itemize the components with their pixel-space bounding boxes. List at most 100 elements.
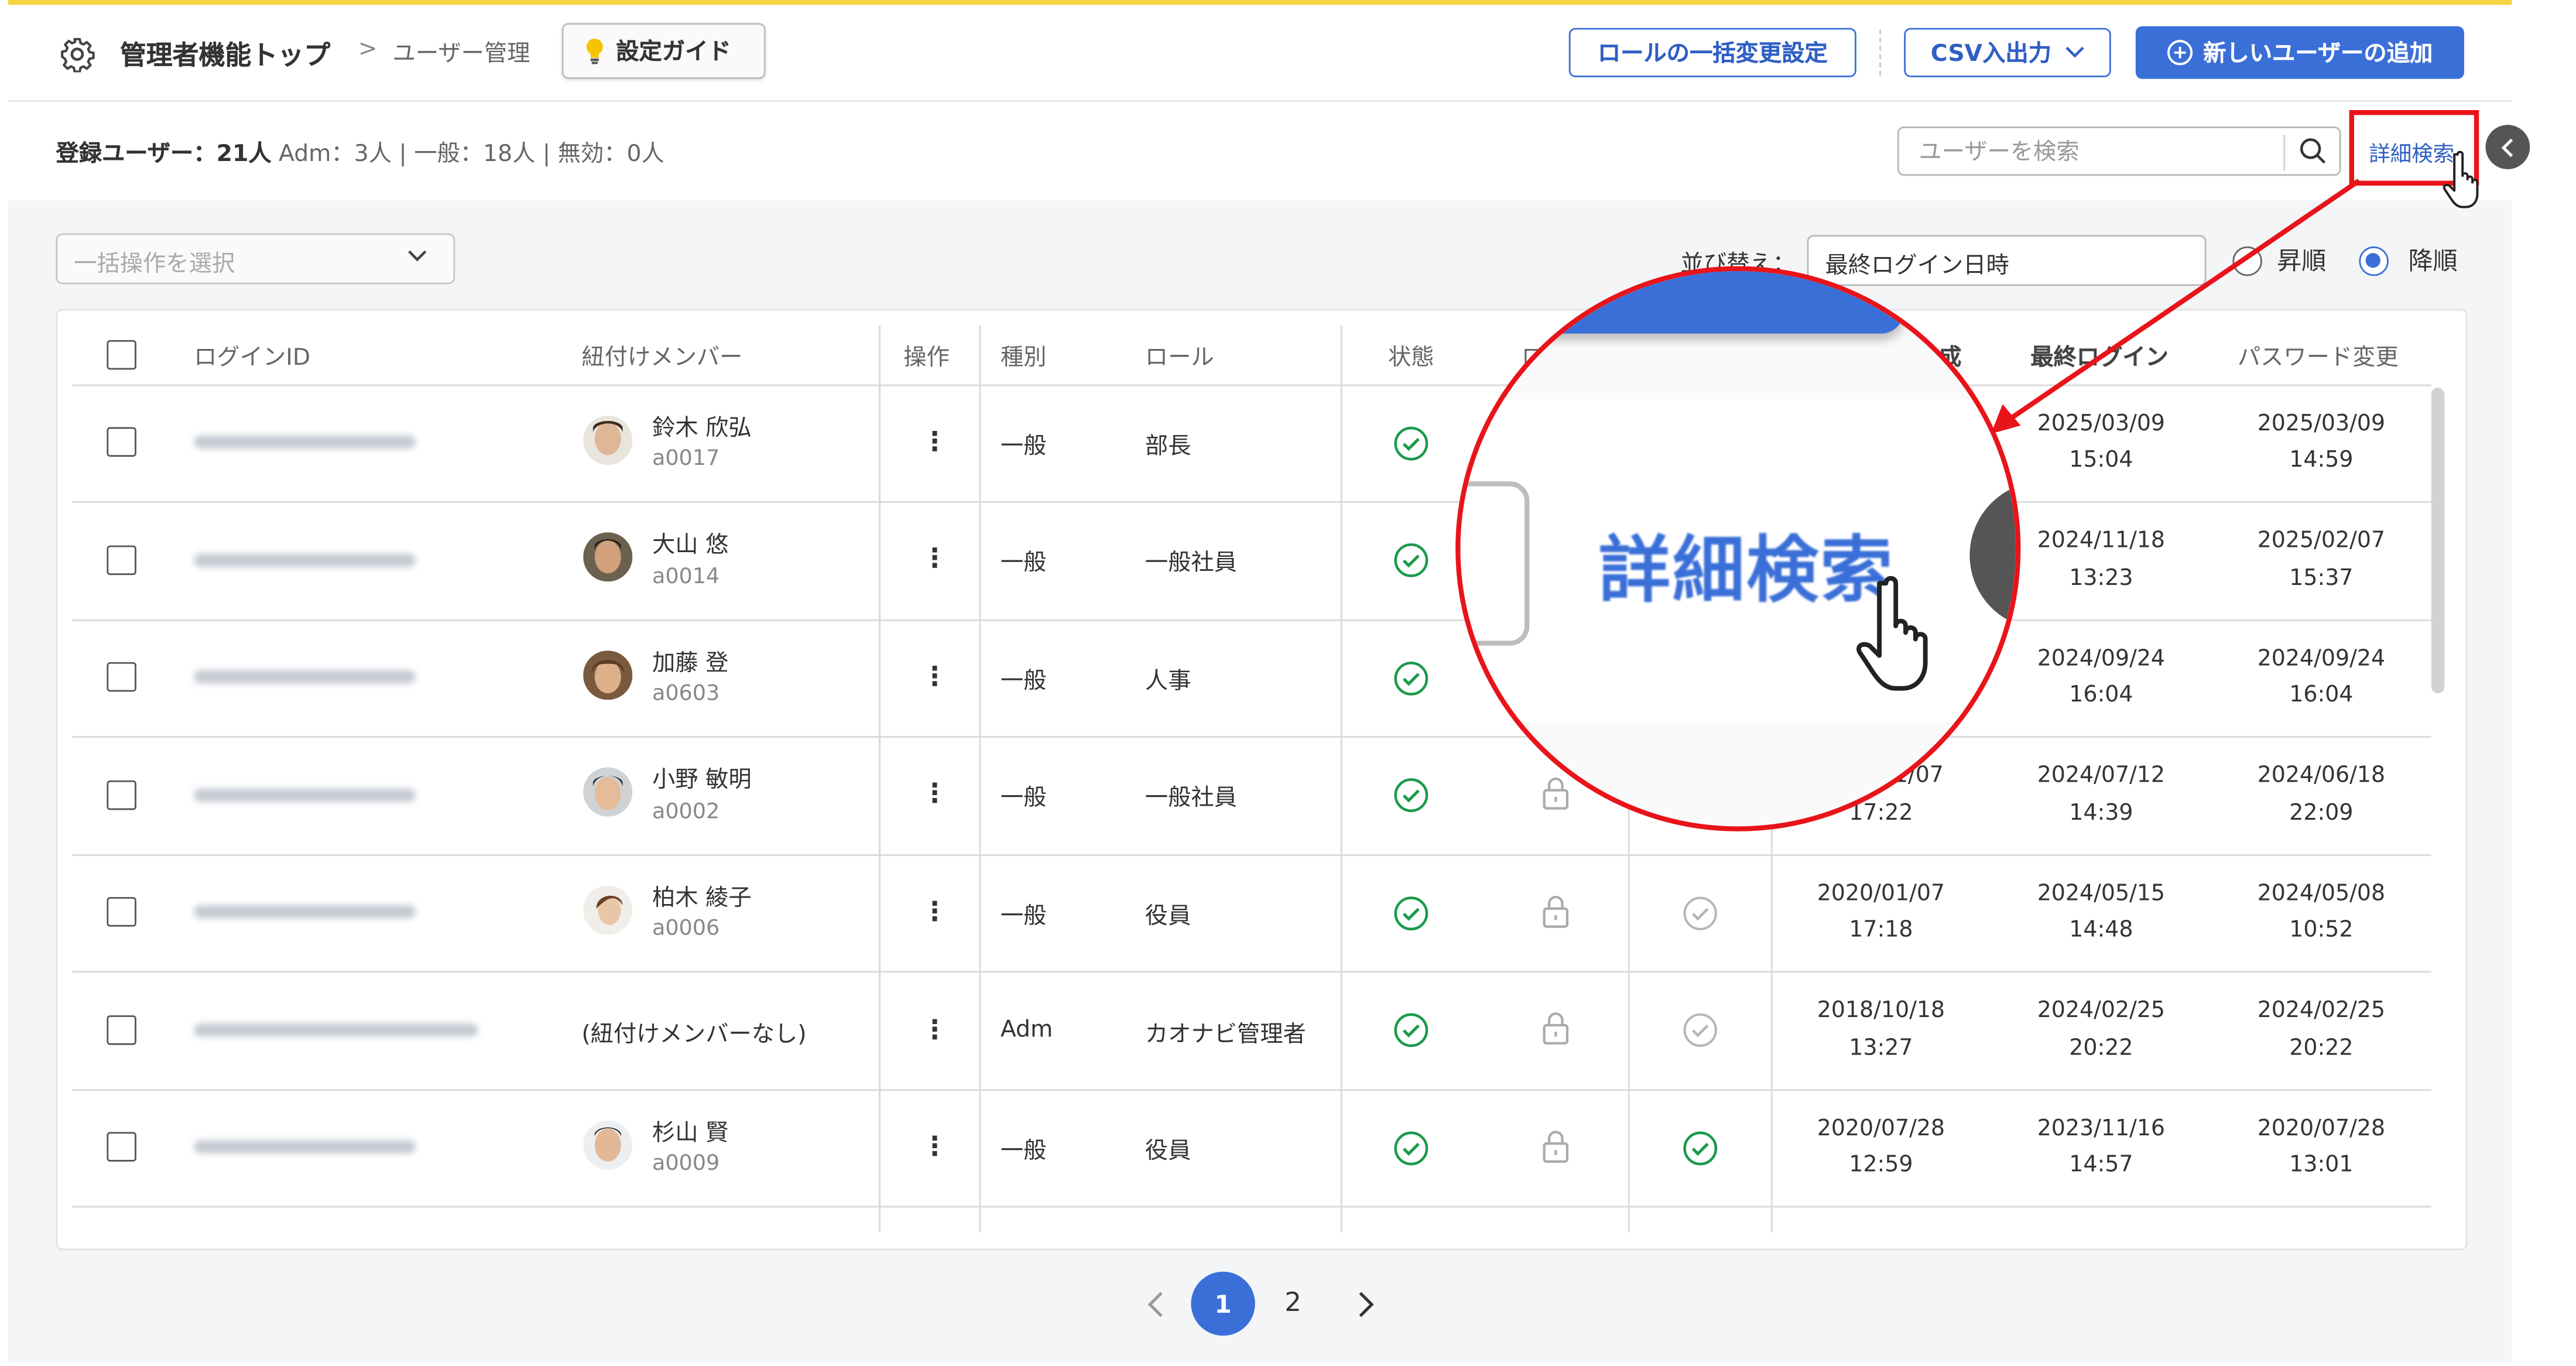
zoom-search-fragment xyxy=(1460,481,1530,646)
col-login-id[interactable]: ログインID xyxy=(194,340,310,373)
registered-users-count: 登録ユーザー：21人 xyxy=(56,141,272,168)
row-menu-icon[interactable]: ⋮ xyxy=(922,895,948,926)
chevron-down-icon xyxy=(2065,46,2084,58)
row-menu-icon[interactable]: ⋮ xyxy=(922,777,948,808)
role-bulk-change-button[interactable]: ロールの一括変更設定 xyxy=(1568,28,1856,77)
prev-page-icon[interactable] xyxy=(1143,1288,1170,1321)
col-divider xyxy=(879,325,881,1233)
row-checkbox[interactable] xyxy=(107,1132,136,1162)
password-change-time: 20:22 xyxy=(2289,1035,2354,1062)
last-login-time: 13:23 xyxy=(2069,565,2133,592)
col-last-login[interactable]: 最終ログイン xyxy=(2030,340,2169,373)
last-login-date: 2024/02/25 xyxy=(2037,997,2166,1024)
setup-guide-button[interactable]: 設定ガイド xyxy=(561,23,766,79)
col-divider xyxy=(1340,325,1342,1233)
next-page-icon[interactable] xyxy=(1352,1288,1378,1321)
user-type: 一般 xyxy=(1000,433,1047,460)
last-login-time: 16:04 xyxy=(2069,682,2133,708)
row-menu-icon[interactable]: ⋮ xyxy=(922,660,948,691)
member-name[interactable]: 加藤 登 xyxy=(652,646,728,679)
row-checkbox[interactable] xyxy=(107,545,136,576)
lock-icon[interactable] xyxy=(1539,893,1572,930)
right-margin xyxy=(2512,0,2576,1365)
user-search-input[interactable] xyxy=(1915,136,2284,170)
row-menu-icon[interactable]: ⋮ xyxy=(922,426,948,457)
member-name[interactable]: 大山 悠 xyxy=(652,528,728,560)
sort-asc-label[interactable]: 昇順 xyxy=(2277,243,2326,278)
user-type: 一般 xyxy=(1000,785,1047,812)
pointer-hand-icon xyxy=(2443,150,2479,208)
row-checkbox[interactable] xyxy=(107,897,136,927)
user-role: 一般社員 xyxy=(1145,550,1237,577)
created-date: 2018/10/18 xyxy=(1817,997,1945,1024)
login-id-redacted xyxy=(194,1140,416,1153)
user-type: 一般 xyxy=(1000,669,1047,695)
last-login-date: 2023/11/16 xyxy=(2037,1115,2166,1142)
collapse-panel-button[interactable] xyxy=(2485,125,2530,170)
row-menu-icon[interactable]: ⋮ xyxy=(922,1131,948,1162)
row-divider xyxy=(72,619,2431,621)
chevron-down-icon xyxy=(408,250,427,262)
row-divider xyxy=(72,971,2431,973)
user-role: 人事 xyxy=(1145,669,1191,695)
user-type: 一般 xyxy=(1000,550,1047,577)
member-code: a0009 xyxy=(652,1152,720,1177)
page-2[interactable]: 2 xyxy=(1284,1286,1301,1317)
row-checkbox[interactable] xyxy=(107,662,136,692)
header-divider xyxy=(1879,29,1881,76)
select-all-checkbox[interactable] xyxy=(107,340,136,370)
sort-desc-radio[interactable] xyxy=(2359,246,2389,276)
col-password-change[interactable]: パスワード変更 xyxy=(2238,340,2399,373)
member-name[interactable]: 小野 敏明 xyxy=(652,762,752,795)
status-active-icon xyxy=(1394,1013,1429,1047)
password-change-time: 10:52 xyxy=(2289,916,2354,943)
avatar xyxy=(583,415,633,465)
col-member[interactable]: 紐付けメンバー xyxy=(581,340,742,373)
login-id-redacted xyxy=(194,670,416,684)
member-name[interactable]: 鈴木 欣弘 xyxy=(652,411,752,444)
add-user-button[interactable]: 新しいユーザーの追加 xyxy=(2135,26,2464,79)
lock-icon[interactable] xyxy=(1539,1011,1572,1047)
password-change-time: 13:01 xyxy=(2289,1152,2354,1178)
check-circle-icon xyxy=(1683,896,1717,930)
lock-icon[interactable] xyxy=(1539,1129,1572,1165)
row-checkbox[interactable] xyxy=(107,780,136,810)
pointer-hand-icon xyxy=(1856,576,1928,691)
status-active-icon xyxy=(1394,426,1429,461)
bulk-action-select[interactable]: 一括操作を選択 xyxy=(56,233,455,285)
breadcrumb-separator: > xyxy=(358,36,378,63)
sort-desc-label[interactable]: 降順 xyxy=(2409,243,2458,278)
sort-asc-radio[interactable] xyxy=(2232,246,2262,276)
member-name[interactable]: 杉山 賢 xyxy=(652,1115,728,1148)
login-id-redacted xyxy=(194,788,416,802)
row-divider xyxy=(72,501,2431,503)
created-time: 17:18 xyxy=(1849,916,1913,943)
csv-io-button[interactable]: CSV入出力 xyxy=(1904,28,2111,77)
member-name: (紐付けメンバーなし) xyxy=(581,1022,807,1049)
table-scrollbar[interactable] xyxy=(2431,388,2445,694)
row-menu-icon[interactable]: ⋮ xyxy=(922,542,948,573)
breadcrumb-admin-top[interactable]: 管理者機能トップ xyxy=(120,33,330,72)
last-login-date: 2024/07/12 xyxy=(2037,762,2166,789)
last-login-time: 14:48 xyxy=(2069,916,2133,943)
lock-icon[interactable] xyxy=(1539,775,1572,812)
user-role: カオナビ管理者 xyxy=(1145,1022,1306,1049)
bulk-action-placeholder: 一括操作を選択 xyxy=(74,251,235,278)
page-current[interactable]: 1 xyxy=(1191,1271,1255,1336)
row-menu-icon[interactable]: ⋮ xyxy=(922,1014,948,1045)
row-checkbox[interactable] xyxy=(107,1015,136,1045)
created-time: 13:27 xyxy=(1849,1035,1913,1062)
avatar xyxy=(583,651,633,700)
col-action: 操作 xyxy=(903,345,950,372)
search-icon[interactable] xyxy=(2298,136,2328,166)
last-login-date: 2024/11/18 xyxy=(2037,527,2166,554)
row-checkbox[interactable] xyxy=(107,427,136,457)
add-user-label: 新しいユーザーの追加 xyxy=(2203,41,2433,68)
col-type[interactable]: 種別 xyxy=(1001,340,1047,373)
member-name[interactable]: 柏木 綾子 xyxy=(652,881,752,913)
last-login-time: 15:04 xyxy=(2069,447,2133,474)
col-role[interactable]: ロール xyxy=(1145,340,1214,373)
breadcrumb-current: ユーザー管理 xyxy=(392,41,530,68)
col-status[interactable]: 状態 xyxy=(1388,340,1434,373)
gear-icon[interactable] xyxy=(59,36,95,73)
